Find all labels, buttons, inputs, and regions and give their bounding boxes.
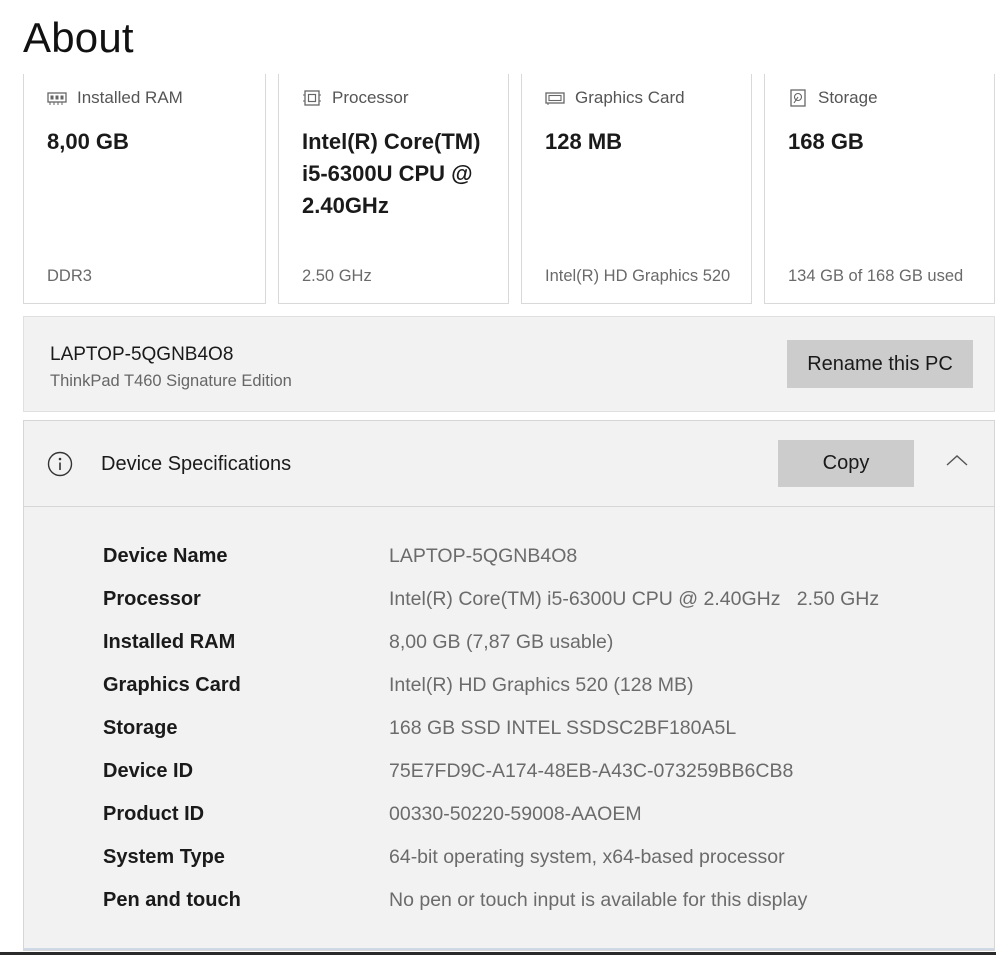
copy-button[interactable]: Copy	[778, 440, 914, 487]
spec-key: Device Name	[103, 545, 228, 567]
chevron-up-icon[interactable]	[944, 451, 970, 469]
card-value: 128 MB	[545, 129, 623, 154]
spec-key: Product ID	[103, 803, 205, 825]
storage-icon	[790, 89, 806, 107]
card-processor: Processor Intel(R) Core(TM) i5-6300U CPU…	[278, 74, 509, 304]
device-specifications-header[interactable]: Device Specifications Copy	[24, 421, 994, 507]
card-value: 8,00 GB	[47, 129, 129, 154]
spec-key: Pen and touch	[103, 889, 241, 911]
card-header: Graphics Card	[545, 88, 685, 108]
device-specifications-panel: Device Specifications Copy Device Name L…	[23, 420, 995, 951]
spec-key: Installed RAM	[103, 631, 236, 653]
spec-value: No pen or touch input is available for t…	[389, 889, 808, 911]
card-value: 168 GB	[788, 129, 864, 154]
spec-value: Intel(R) HD Graphics 520 (128 MB)	[389, 674, 694, 696]
card-detail: DDR3	[47, 267, 92, 285]
spec-value: 64-bit operating system, x64-based proce…	[389, 846, 785, 868]
card-detail: 2.50 GHz	[302, 267, 372, 285]
processor-icon	[303, 90, 321, 106]
card-detail: Intel(R) HD Graphics 520	[545, 267, 731, 285]
spec-value: 8,00 GB (7,87 GB usable)	[389, 631, 614, 653]
card-value: Intel(R) Core(TM) i5-6300U CPU @ 2.40GHz	[302, 129, 481, 218]
pc-name-panel: LAPTOP-5QGNB4O8 ThinkPad T460 Signature …	[23, 316, 995, 412]
spec-key: Device ID	[103, 760, 194, 782]
card-detail: 134 GB of 168 GB used	[788, 267, 964, 285]
spec-value: Intel(R) Core(TM) i5-6300U CPU @ 2.40GHz…	[389, 588, 880, 610]
spec-key: Storage	[103, 717, 178, 739]
device-specifications-title: Device Specifications	[101, 453, 292, 475]
spec-value: 75E7FD9C-A174-48EB-A43C-073259BB6CB8	[389, 760, 794, 782]
spec-key: Processor	[103, 588, 201, 610]
card-header: Installed RAM	[47, 88, 183, 108]
spec-key: System Type	[103, 846, 225, 868]
graphics-card-icon	[545, 92, 565, 105]
spec-value: 00330-50220-59008-AAOEM	[389, 803, 642, 825]
spec-value: 168 GB SSD INTEL SSDSC2BF180A5L	[389, 717, 737, 739]
card-label: Storage	[818, 88, 878, 107]
pc-name: LAPTOP-5QGNB4O8	[50, 344, 234, 365]
card-header: Processor	[302, 88, 409, 108]
panel-bottom-border	[23, 948, 995, 950]
card-label: Graphics Card	[575, 88, 685, 107]
spec-value: LAPTOP-5QGNB4O8	[389, 545, 578, 567]
pc-model: ThinkPad T460 Signature Edition	[50, 372, 292, 390]
card-storage: Storage 168 GB 134 GB of 168 GB used	[764, 74, 995, 304]
card-label: Processor	[332, 88, 409, 107]
spec-key: Graphics Card	[103, 674, 241, 696]
card-graphics-card: Graphics Card 128 MB Intel(R) HD Graphic…	[521, 74, 752, 304]
info-icon	[47, 451, 73, 477]
card-label: Installed RAM	[77, 88, 183, 107]
page-title: About	[23, 14, 134, 61]
card-header: Storage	[788, 88, 878, 108]
rename-pc-button[interactable]: Rename this PC	[787, 340, 973, 388]
card-installed-ram: Installed RAM 8,00 GB DDR3	[23, 74, 266, 304]
ram-icon	[47, 92, 67, 105]
